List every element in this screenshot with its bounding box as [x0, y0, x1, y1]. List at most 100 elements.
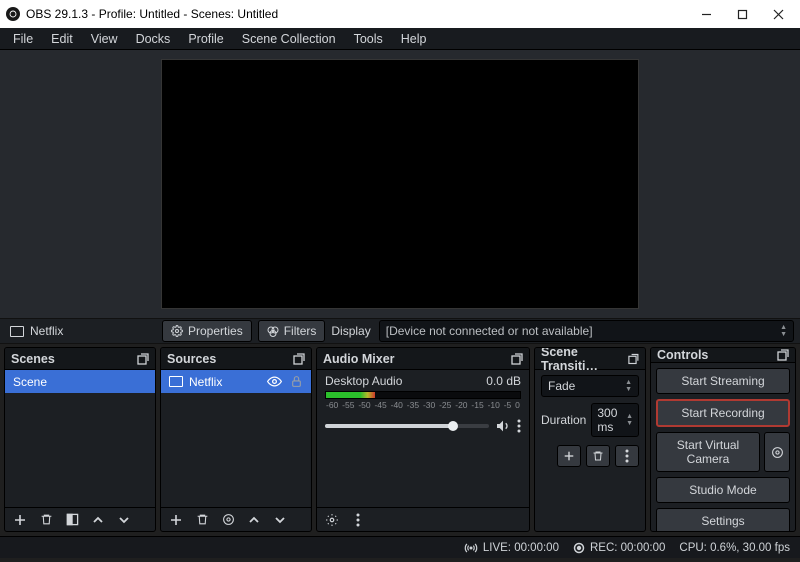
scene-item[interactable]: Scene: [5, 370, 155, 393]
speaker-icon[interactable]: [495, 418, 511, 434]
menu-edit[interactable]: Edit: [42, 30, 82, 48]
status-live: LIVE: 00:00:00: [464, 541, 559, 555]
source-properties-button[interactable]: [217, 510, 239, 530]
preview-area: [0, 50, 800, 318]
start-streaming-button[interactable]: Start Streaming: [656, 368, 790, 394]
selected-source-name: Netflix: [30, 324, 63, 338]
audio-mixer-body: Desktop Audio 0.0 dB -60-55-50-45-40-35-…: [317, 370, 529, 531]
window-maximize-button[interactable]: [724, 0, 760, 28]
controls-body: Start Streaming Start Recording Start Vi…: [651, 363, 795, 532]
scene-item-label: Scene: [13, 375, 47, 389]
transitions-dock-header: Scene Transiti…: [535, 348, 645, 370]
popout-icon[interactable]: [511, 353, 523, 365]
display-dropdown-value: [Device not connected or not available]: [386, 324, 593, 338]
audio-mixer-header: Audio Mixer: [317, 348, 529, 370]
scene-move-up-button[interactable]: [87, 510, 109, 530]
transitions-title: Scene Transiti…: [541, 347, 628, 373]
chevron-up-icon[interactable]: ▲: [626, 413, 633, 420]
scene-move-down-button[interactable]: [113, 510, 135, 530]
studio-mode-button[interactable]: Studio Mode: [656, 477, 790, 503]
display-icon: [10, 326, 24, 337]
virtual-camera-settings-button[interactable]: [764, 432, 790, 472]
status-rec-text: REC: 00:00:00: [590, 542, 665, 554]
display-dropdown-label: Display: [331, 324, 370, 338]
sources-title: Sources: [167, 352, 216, 366]
duration-input[interactable]: 300 ms ▲▼: [591, 403, 639, 437]
scenes-footer: [5, 507, 155, 531]
settings-button[interactable]: Settings: [656, 508, 790, 532]
eye-icon[interactable]: [267, 374, 282, 389]
scenes-dock: Scenes Scene: [4, 347, 156, 532]
scenes-list: Scene: [5, 370, 155, 507]
audio-meter: [325, 391, 521, 399]
menu-tools[interactable]: Tools: [345, 30, 392, 48]
broadcast-icon: [464, 541, 478, 555]
mixer-menu-button[interactable]: [347, 510, 369, 530]
menu-file[interactable]: File: [4, 30, 42, 48]
controls-dock-header: Controls: [651, 348, 795, 363]
chevron-down-icon[interactable]: ▼: [625, 386, 632, 393]
obs-app-icon: [6, 7, 20, 21]
popout-icon[interactable]: [293, 353, 305, 365]
menu-help[interactable]: Help: [392, 30, 436, 48]
status-cpu-text: CPU: 0.6%, 30.00 fps: [679, 542, 790, 554]
transition-menu-button[interactable]: [615, 445, 639, 467]
popout-icon[interactable]: [137, 353, 149, 365]
lock-icon[interactable]: [290, 375, 303, 388]
scenes-dock-header: Scenes: [5, 348, 155, 370]
controls-title: Controls: [657, 348, 708, 362]
filters-button[interactable]: Filters: [258, 320, 326, 342]
properties-button[interactable]: Properties: [162, 320, 252, 342]
source-move-down-button[interactable]: [269, 510, 291, 530]
start-virtual-camera-button[interactable]: Start Virtual Camera: [656, 432, 760, 472]
menu-view[interactable]: View: [82, 30, 127, 48]
scenes-title: Scenes: [11, 352, 55, 366]
remove-scene-button[interactable]: [35, 510, 57, 530]
chevron-up-icon[interactable]: ▲: [625, 379, 632, 386]
window-close-button[interactable]: [760, 0, 796, 28]
remove-transition-button[interactable]: [586, 445, 610, 467]
popout-icon[interactable]: [628, 353, 639, 365]
source-move-up-button[interactable]: [243, 510, 265, 530]
mixer-settings-button[interactable]: [321, 510, 343, 530]
chevron-down-icon[interactable]: ▼: [626, 420, 633, 427]
add-source-button[interactable]: [165, 510, 187, 530]
transition-type-value: Fade: [548, 379, 575, 393]
start-recording-button[interactable]: Start Recording: [656, 399, 790, 427]
audio-mixer-footer: [317, 507, 529, 531]
scene-filters-button[interactable]: [61, 510, 83, 530]
window-titlebar: OBS 29.1.3 - Profile: Untitled - Scenes:…: [0, 0, 800, 28]
audio-channel: Desktop Audio 0.0 dB -60-55-50-45-40-35-…: [317, 370, 529, 434]
source-toolbar: Netflix Properties Filters Display [Devi…: [0, 318, 800, 344]
popout-icon[interactable]: [777, 349, 789, 361]
display-dropdown[interactable]: [Device not connected or not available] …: [379, 320, 794, 342]
chevron-up-icon[interactable]: ▲: [780, 324, 787, 331]
selected-source-chip: Netflix: [6, 322, 156, 340]
add-scene-button[interactable]: [9, 510, 31, 530]
sources-list: Netflix: [161, 370, 311, 507]
transitions-body: Fade ▲▼ Duration 300 ms ▲▼: [535, 370, 645, 472]
sources-dock: Sources Netflix: [160, 347, 312, 532]
audio-mixer-title: Audio Mixer: [323, 352, 395, 366]
source-item[interactable]: Netflix: [161, 370, 311, 393]
remove-source-button[interactable]: [191, 510, 213, 530]
add-transition-button[interactable]: [557, 445, 581, 467]
chevron-down-icon[interactable]: ▼: [780, 331, 787, 338]
status-cpu: CPU: 0.6%, 30.00 fps: [679, 542, 790, 554]
filters-button-label: Filters: [284, 324, 317, 338]
kebab-icon[interactable]: [517, 419, 521, 433]
dock-row: Scenes Scene Sources Netflix: [0, 344, 800, 536]
status-rec: REC: 00:00:00: [573, 542, 665, 554]
transitions-dock: Scene Transiti… Fade ▲▼ Duration 300 ms …: [534, 347, 646, 532]
menu-scene-collection[interactable]: Scene Collection: [233, 30, 345, 48]
preview-canvas[interactable]: [161, 59, 639, 309]
record-icon: [573, 542, 585, 554]
menu-docks[interactable]: Docks: [127, 30, 180, 48]
window-minimize-button[interactable]: [688, 0, 724, 28]
status-live-text: LIVE: 00:00:00: [483, 542, 559, 554]
display-icon: [169, 376, 183, 387]
menu-profile[interactable]: Profile: [179, 30, 232, 48]
sources-footer: [161, 507, 311, 531]
transition-type-dropdown[interactable]: Fade ▲▼: [541, 375, 639, 397]
volume-slider[interactable]: [325, 424, 489, 428]
